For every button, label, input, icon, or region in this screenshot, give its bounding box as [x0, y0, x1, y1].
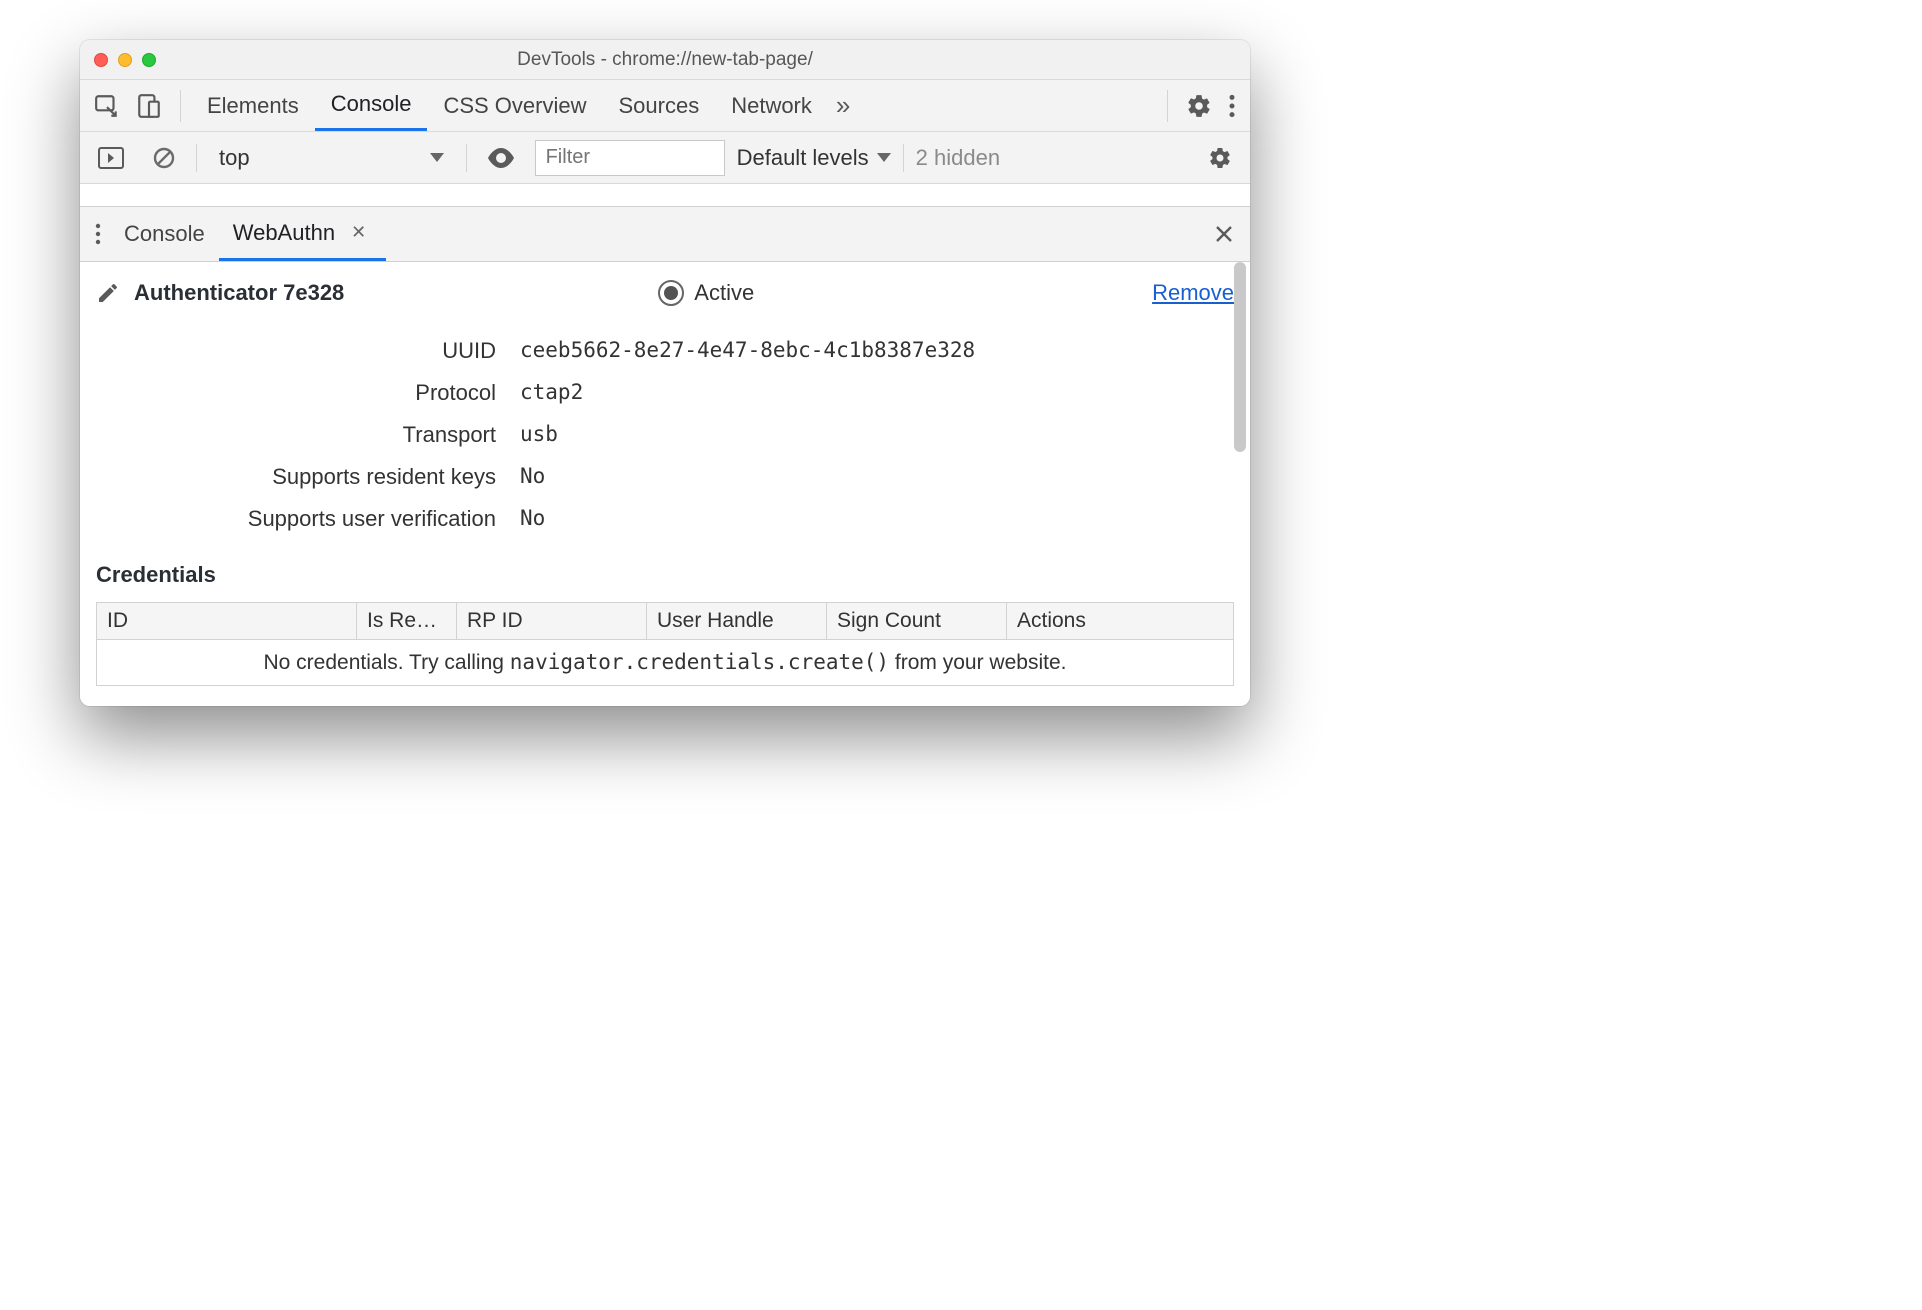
uuid-label: UUID — [96, 338, 496, 364]
col-user-handle[interactable]: User Handle — [647, 603, 827, 640]
col-id[interactable]: ID — [97, 603, 357, 640]
console-filter-input[interactable] — [535, 140, 725, 176]
empty-suffix: from your website. — [889, 651, 1066, 674]
live-expression-eye-icon[interactable] — [479, 142, 523, 174]
device-toolbar-icon[interactable] — [128, 87, 170, 125]
webauthn-panel: Authenticator 7e328 Active Remove UUID c… — [80, 262, 1250, 706]
chevron-down-icon — [877, 153, 891, 162]
tab-console[interactable]: Console — [315, 80, 428, 131]
tab-sources[interactable]: Sources — [602, 80, 715, 131]
main-tabstrip: Elements Console CSS Overview Sources Ne… — [80, 80, 1250, 132]
window-title: DevTools - chrome://new-tab-page/ — [80, 49, 1250, 71]
user-verification-label: Supports user verification — [96, 506, 496, 532]
authenticator-name: Authenticator 7e328 — [134, 280, 344, 306]
log-levels-selector[interactable]: Default levels — [737, 145, 891, 171]
kebab-menu-icon[interactable] — [1220, 87, 1244, 125]
titlebar: DevTools - chrome://new-tab-page/ — [80, 40, 1250, 80]
drawer-kebab-menu-icon[interactable] — [86, 216, 110, 252]
console-output-area — [80, 184, 1250, 206]
col-is-resident[interactable]: Is Re… — [357, 603, 457, 640]
separator — [466, 144, 467, 172]
transport-value: usb — [520, 422, 1234, 448]
radio-icon — [658, 280, 684, 306]
credentials-table: ID Is Re… RP ID User Handle Sign Count A… — [96, 602, 1234, 686]
clear-console-icon[interactable] — [144, 140, 184, 176]
separator — [180, 90, 181, 122]
col-rp-id[interactable]: RP ID — [457, 603, 647, 640]
close-tab-icon[interactable]: ✕ — [345, 222, 372, 243]
user-verification-value: No — [520, 506, 1234, 532]
execution-context-selector[interactable]: top — [209, 141, 454, 175]
credentials-empty-row: No credentials. Try calling navigator.cr… — [97, 640, 1234, 686]
table-header-row: ID Is Re… RP ID User Handle Sign Count A… — [97, 603, 1234, 640]
active-radio[interactable]: Active — [658, 280, 754, 306]
pencil-edit-icon[interactable] — [96, 281, 120, 305]
separator — [903, 144, 904, 172]
drawer-tab-console[interactable]: Console — [110, 207, 219, 261]
separator — [1167, 90, 1168, 122]
transport-label: Transport — [96, 422, 496, 448]
chevron-down-icon — [430, 153, 444, 162]
hidden-messages-count[interactable]: 2 hidden — [916, 145, 1000, 171]
col-sign-count[interactable]: Sign Count — [827, 603, 1007, 640]
resident-keys-value: No — [520, 464, 1234, 490]
authenticator-details: UUID ceeb5662-8e27-4e47-8ebc-4c1b8387e32… — [96, 338, 1234, 532]
log-levels-label: Default levels — [737, 145, 869, 171]
credentials-heading: Credentials — [96, 562, 1234, 588]
scrollbar-thumb[interactable] — [1234, 262, 1246, 452]
console-sidebar-toggle-icon[interactable] — [90, 141, 132, 175]
remove-authenticator-link[interactable]: Remove — [1152, 280, 1234, 306]
tab-network[interactable]: Network — [715, 80, 828, 131]
uuid-value: ceeb5662-8e27-4e47-8ebc-4c1b8387e328 — [520, 338, 1234, 364]
context-label: top — [219, 145, 250, 171]
settings-gear-icon[interactable] — [1178, 87, 1220, 125]
empty-prefix: No credentials. Try calling — [264, 651, 510, 674]
resident-keys-label: Supports resident keys — [96, 464, 496, 490]
tab-css-overview[interactable]: CSS Overview — [427, 80, 602, 131]
separator — [196, 144, 197, 172]
close-drawer-icon[interactable] — [1206, 218, 1244, 250]
col-actions[interactable]: Actions — [1007, 603, 1234, 640]
drawer-tab-webauthn[interactable]: WebAuthn ✕ — [219, 207, 386, 261]
active-label: Active — [694, 280, 754, 306]
tab-elements[interactable]: Elements — [191, 80, 315, 131]
protocol-value: ctap2 — [520, 380, 1234, 406]
console-toolbar: top Default levels 2 hidden — [80, 132, 1250, 184]
more-tabs-icon[interactable]: » — [828, 90, 858, 121]
protocol-label: Protocol — [96, 380, 496, 406]
authenticator-header: Authenticator 7e328 Active Remove — [96, 274, 1234, 310]
drawer-tab-label: WebAuthn — [233, 220, 335, 246]
empty-code: navigator.credentials.create() — [510, 650, 889, 674]
console-settings-gear-icon[interactable] — [1200, 140, 1240, 176]
inspect-element-icon[interactable] — [86, 87, 128, 125]
drawer-tabstrip: Console WebAuthn ✕ — [80, 206, 1250, 262]
devtools-window: DevTools - chrome://new-tab-page/ Elemen… — [80, 40, 1250, 706]
